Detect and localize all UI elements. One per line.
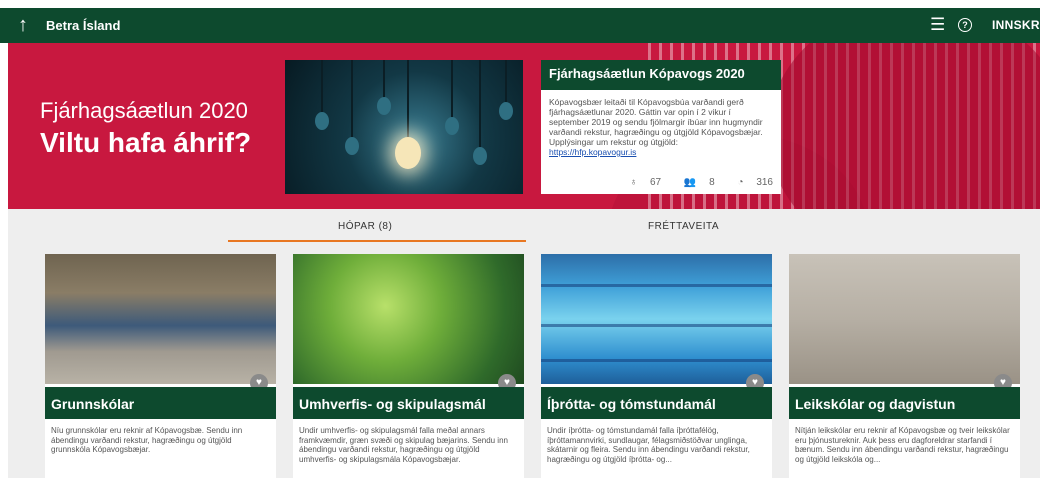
- lightbulb-icon: [345, 60, 359, 155]
- lightbulb-icon: [445, 60, 459, 140]
- menu-icon[interactable]: ☰: [930, 16, 945, 34]
- hero-banner: Fjárhagsáætlun 2020 Viltu hafa áhrif? Fj…: [8, 43, 1040, 209]
- tab-bar: HÓPAR (8) FRÉTTAVEITA: [8, 209, 1040, 243]
- pool-lane: [541, 324, 772, 327]
- top-bar: ↑ Betra Ísland ☰ ? INNSKRÁ: [0, 8, 1040, 43]
- back-arrow-icon[interactable]: ↑: [18, 14, 28, 36]
- hero-subtitle: Fjárhagsáætlun 2020: [40, 98, 248, 123]
- group-description: Undir umhverfis- og skipulagsmál falla m…: [299, 426, 508, 464]
- group-title[interactable]: Grunnskólar: [45, 387, 276, 419]
- project-card-description: Kópavogsbær leitaði til Kópavogsbúa varð…: [549, 97, 763, 147]
- project-card[interactable]: Fjárhagsáætlun Kópavogs 2020 Kópavogsbær…: [541, 60, 781, 194]
- group-description: Undir íþrótta- og tómstundamál falla íþr…: [547, 426, 750, 464]
- pool-lane: [541, 284, 772, 287]
- chat-icon: ◔: [737, 177, 744, 188]
- lightbulb-icon: [315, 60, 329, 130]
- project-card-stats: ♁ 67 👥 8 ◔ 316: [610, 177, 773, 188]
- group-image: [789, 254, 1020, 384]
- group-image: [541, 254, 772, 384]
- hero-title: Viltu hafa áhrif?: [40, 127, 252, 158]
- tab-newsfeed[interactable]: FRÉTTAVEITA: [648, 221, 719, 232]
- comments-count-value: 316: [756, 177, 773, 188]
- group-card-umhverfis[interactable]: ♥ Umhverfis- og skipulagsmál Undir umhve…: [293, 254, 524, 478]
- group-card-ithrotta[interactable]: ♥ Íþrótta- og tómstundamál Undir íþrótta…: [541, 254, 772, 478]
- ideas-count: ♁ 67: [620, 177, 661, 188]
- hero-image-lightbulbs: [285, 60, 523, 194]
- lightbulb-icon: [395, 60, 421, 180]
- group-card-grunnskolar[interactable]: ♥ Grunnskólar Níu grunnskólar eru reknir…: [45, 254, 276, 478]
- members-count: 👥 8: [674, 177, 715, 188]
- project-card-title[interactable]: Fjárhagsáætlun Kópavogs 2020: [541, 60, 781, 90]
- people-icon: 👥: [683, 177, 697, 188]
- group-description: Níu grunnskólar eru reknir af Kópavogsbæ…: [51, 426, 243, 454]
- hero-decoration: [768, 43, 1040, 209]
- group-card-leikskolar[interactable]: ♥ Leikskólar og dagvistun Nítján leikskó…: [789, 254, 1020, 478]
- pool-lane: [541, 359, 772, 362]
- comments-count: ◔ 316: [727, 177, 773, 188]
- tab-groups[interactable]: HÓPAR (8): [338, 221, 392, 232]
- members-count-value: 8: [709, 177, 715, 188]
- login-button[interactable]: INNSKRÁ: [992, 18, 1040, 32]
- help-icon[interactable]: ?: [958, 18, 972, 32]
- lightbulb-icon: [377, 60, 391, 115]
- groups-grid: ♥ Grunnskólar Níu grunnskólar eru reknir…: [8, 243, 1040, 478]
- group-image: [293, 254, 524, 384]
- ideas-count-value: 67: [650, 177, 662, 188]
- group-description: Nítján leikskólar eru reknir af Kópavogs…: [795, 426, 1010, 464]
- lightbulb-icon: [473, 60, 487, 170]
- group-title[interactable]: Íþrótta- og tómstundamál: [541, 387, 772, 419]
- group-image: [45, 254, 276, 384]
- brand-link[interactable]: Betra Ísland: [46, 18, 120, 33]
- group-title[interactable]: Leikskólar og dagvistun: [789, 387, 1020, 419]
- lightbulb-icon: [499, 60, 513, 120]
- lightbulb-icon: ♁: [629, 177, 638, 188]
- active-tab-indicator: [228, 240, 526, 242]
- group-title[interactable]: Umhverfis- og skipulagsmál: [293, 387, 524, 419]
- project-card-link[interactable]: https://hfp.kopavogur.is: [541, 147, 781, 157]
